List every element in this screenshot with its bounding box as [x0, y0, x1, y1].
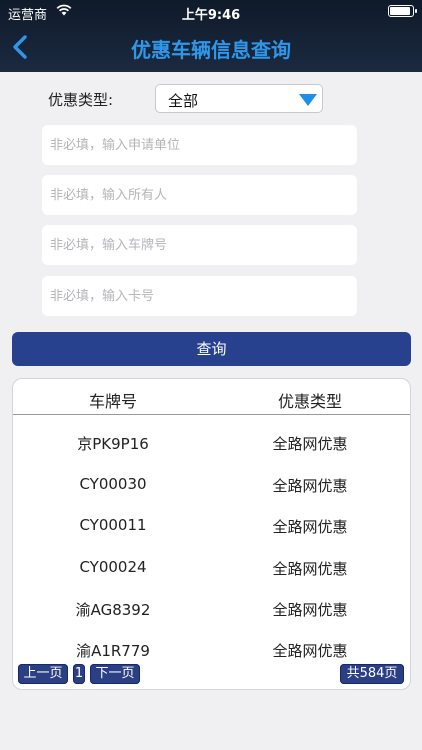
plate-number-cell: CY00011: [79, 516, 147, 534]
table-row[interactable]: 渝AG8392 全路网优惠: [13, 587, 410, 628]
next-page-button[interactable]: 下一页: [90, 664, 140, 684]
discount-type-cell: 全路网优惠: [272, 518, 348, 536]
nav-bar: 优惠车辆信息查询: [0, 22, 422, 72]
plate-number-cell: 渝A1R779: [76, 642, 150, 660]
result-table: 车牌号 优惠类型 京PK9P16 全路网优惠 CY00030 全路网优惠 CY0…: [12, 378, 411, 690]
discount-type-cell: 全路网优惠: [272, 477, 348, 495]
total-pages-label: 共584页: [340, 664, 404, 684]
table-row[interactable]: CY00024 全路网优惠: [13, 546, 410, 587]
plate-number-cell: CY00030: [79, 475, 147, 493]
discount-type-value: 全部: [168, 92, 199, 110]
applicant-unit-input[interactable]: [42, 125, 357, 165]
table-row[interactable]: 渝A1R779 全路网优惠: [13, 628, 410, 669]
status-bar: 运营商 上午9:46: [0, 0, 422, 23]
discount-type-cell: 全路网优惠: [272, 560, 348, 578]
table-row[interactable]: CY00030 全路网优惠: [13, 463, 410, 504]
page-title: 优惠车辆信息查询: [131, 38, 291, 62]
discount-type-select[interactable]: 全部: [155, 84, 323, 113]
plate-number-input[interactable]: [42, 225, 357, 265]
prev-page-button[interactable]: 上一页: [18, 664, 68, 684]
current-page-indicator: 1: [73, 664, 85, 684]
plate-number-cell: 渝AG8392: [75, 601, 151, 619]
plate-number-cell: CY00024: [79, 558, 147, 576]
query-button[interactable]: 查询: [12, 332, 411, 366]
top-bar: 运营商 上午9:46 优惠车辆信息查询: [0, 0, 422, 72]
discount-type-label: 优惠类型:: [48, 91, 114, 109]
discount-type-cell: 全路网优惠: [272, 642, 348, 660]
battery-icon: [388, 5, 417, 17]
battery-fill: [390, 7, 410, 15]
header-plate-number: 车牌号: [88, 392, 137, 411]
table-row[interactable]: 京PK9P16 全路网优惠: [13, 421, 410, 462]
card-number-input[interactable]: [42, 276, 357, 316]
plate-number-cell: 京PK9P16: [77, 435, 149, 453]
table-header: 车牌号 优惠类型: [13, 379, 410, 415]
status-time: 上午9:46: [181, 8, 241, 23]
header-discount-type: 优惠类型: [277, 392, 342, 411]
owner-input[interactable]: [42, 175, 357, 215]
discount-type-cell: 全路网优惠: [272, 435, 348, 453]
discount-type-cell: 全路网优惠: [272, 601, 348, 619]
table-row[interactable]: CY00011 全路网优惠: [13, 504, 410, 545]
dropdown-triangle-icon: [299, 94, 317, 106]
